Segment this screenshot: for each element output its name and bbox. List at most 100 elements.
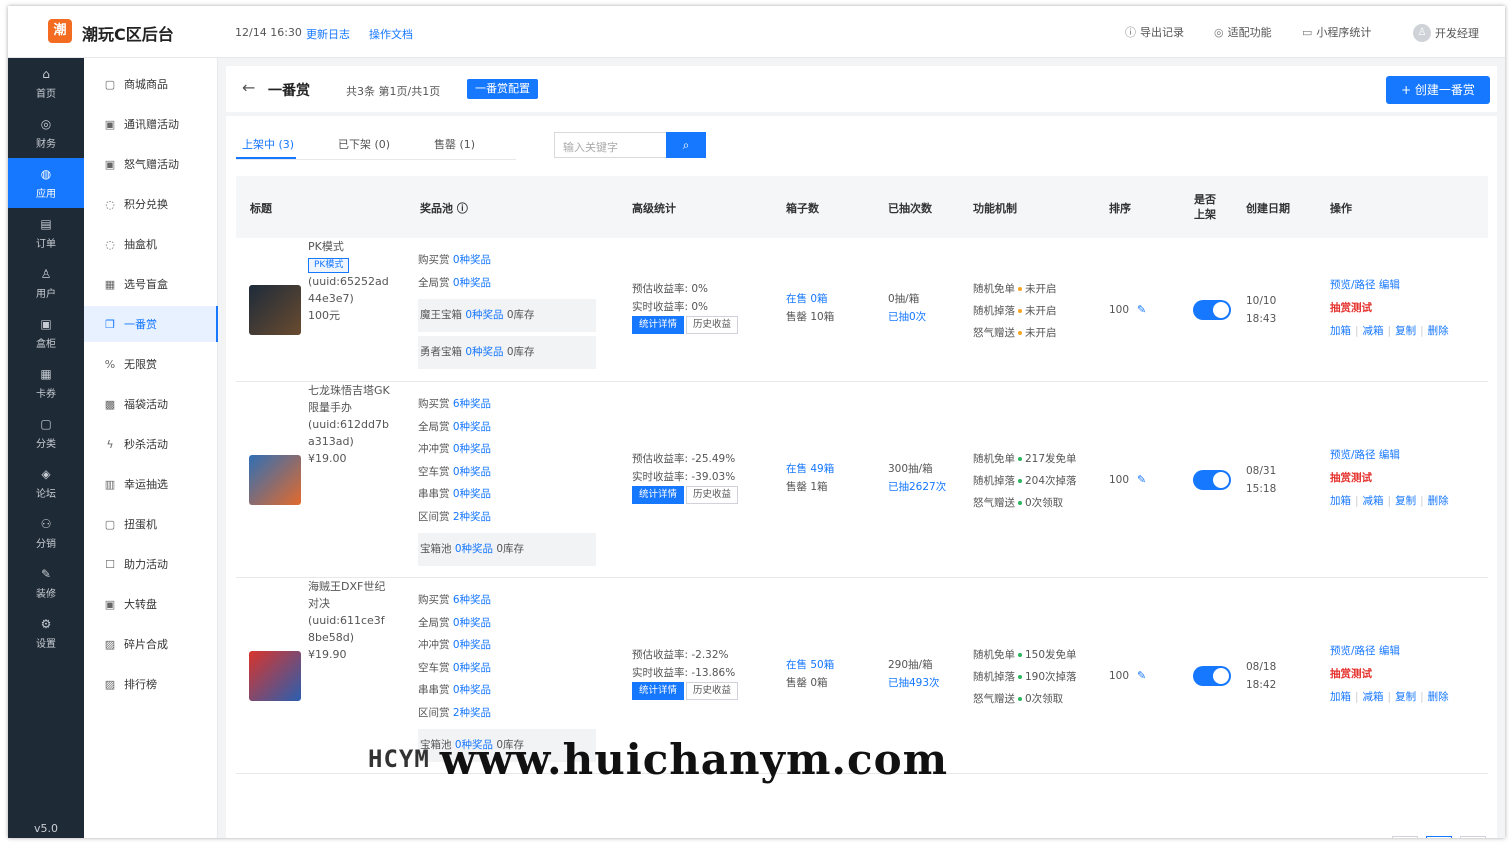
rail-item-0[interactable]: ⌂ 首页	[8, 58, 84, 108]
history-income-button[interactable]: 历史收益	[686, 682, 739, 700]
edit-link[interactable]: 编辑	[1379, 645, 1400, 657]
pool-box-count[interactable]: 0种奖品	[465, 309, 503, 321]
pool-box-count[interactable]: 0种奖品	[465, 346, 503, 358]
subnav-item-10[interactable]: ▥ 幸运抽选	[84, 466, 218, 502]
subnav-item-8[interactable]: ▩ 福袋活动	[84, 386, 218, 422]
copy-link[interactable]: 复制	[1395, 691, 1416, 703]
create-button[interactable]: + 创建一番赏	[1386, 76, 1490, 104]
rail-item-7[interactable]: ▢ 分类	[8, 408, 84, 458]
on-shelf-toggle[interactable]	[1193, 470, 1231, 490]
edit-sort-icon[interactable]: ✎	[1137, 473, 1146, 486]
search-input[interactable]: 输入关键字	[554, 132, 666, 158]
draw-test-link[interactable]: 抽赏测试	[1330, 297, 1449, 320]
delete-link[interactable]: 删除	[1428, 325, 1449, 337]
subnav-item-5[interactable]: ▦ 选号盲盒	[84, 266, 218, 302]
draw-test-link[interactable]: 抽赏测试	[1330, 467, 1449, 490]
rail-item-10[interactable]: ✎ 装修	[8, 558, 84, 608]
pool-line-count[interactable]: 0种奖品	[453, 639, 491, 651]
subnav-item-13[interactable]: ▣ 大转盘	[84, 586, 218, 622]
total-draws[interactable]: 已抽0次	[888, 308, 950, 326]
rail-item-5[interactable]: ▣ 盒柜	[8, 308, 84, 358]
reduce-box-link[interactable]: 减箱	[1363, 495, 1384, 507]
pool-line-count[interactable]: 0种奖品	[453, 254, 491, 266]
adapt-feature-link[interactable]: ◎ 适配功能	[1214, 24, 1272, 40]
rail-item-2[interactable]: ◍ 应用	[8, 158, 84, 208]
pool-line-count[interactable]: 2种奖品	[453, 511, 491, 523]
add-box-link[interactable]: 加箱	[1330, 691, 1351, 703]
history-income-button[interactable]: 历史收益	[686, 316, 739, 334]
subnav-item-6[interactable]: ❐ 一番赏	[84, 306, 218, 342]
next-page-button[interactable]: >	[1460, 836, 1486, 838]
preview-link[interactable]: 预览/路径	[1330, 279, 1376, 291]
search-button[interactable]: ⌕	[666, 132, 706, 158]
add-box-link[interactable]: 加箱	[1330, 495, 1351, 507]
page-1-button[interactable]: 1	[1426, 836, 1452, 838]
rail-item-4[interactable]: ♙ 用户	[8, 258, 84, 308]
preview-link[interactable]: 预览/路径	[1330, 449, 1376, 461]
changelog-link[interactable]: 更新日志	[306, 26, 350, 42]
rail-item-6[interactable]: ▦ 卡券	[8, 358, 84, 408]
draw-test-link[interactable]: 抽赏测试	[1330, 663, 1449, 686]
rail-item-8[interactable]: ◈ 论坛	[8, 458, 84, 508]
pool-line-count[interactable]: 0种奖品	[453, 421, 491, 433]
delete-link[interactable]: 删除	[1428, 691, 1449, 703]
pool-line-count[interactable]: 0种奖品	[453, 277, 491, 289]
subnav-item-7[interactable]: % 无限赏	[84, 346, 218, 382]
stats-detail-button[interactable]: 统计详情	[632, 316, 685, 334]
pool-line-count[interactable]: 0种奖品	[453, 466, 491, 478]
preview-link[interactable]: 预览/路径	[1330, 645, 1376, 657]
copy-link[interactable]: 复制	[1395, 325, 1416, 337]
tab-sold-out[interactable]: 售罄 (1)	[434, 136, 475, 160]
subnav-item-1[interactable]: ▣ 通讯赠活动	[84, 106, 218, 142]
pool-box-count[interactable]: 0种奖品	[455, 543, 493, 555]
stats-detail-button[interactable]: 统计详情	[632, 486, 685, 504]
edit-link[interactable]: 编辑	[1379, 279, 1400, 291]
export-records-link[interactable]: ⓘ 导出记录	[1125, 24, 1184, 40]
edit-link[interactable]: 编辑	[1379, 449, 1400, 461]
pool-line-count[interactable]: 0种奖品	[453, 617, 491, 629]
rail-item-9[interactable]: ⚇ 分销	[8, 508, 84, 558]
rail-item-11[interactable]: ⚙ 设置	[8, 608, 84, 658]
on-sale-boxes[interactable]: 在售 49箱	[786, 460, 834, 478]
copy-link[interactable]: 复制	[1395, 495, 1416, 507]
reduce-box-link[interactable]: 减箱	[1363, 325, 1384, 337]
rail-item-1[interactable]: ◎ 财务	[8, 108, 84, 158]
subnav-item-3[interactable]: ◌ 积分兑换	[84, 186, 218, 222]
tab-off-shelf[interactable]: 已下架 (0)	[338, 136, 390, 160]
user-menu[interactable]: ♙ 开发经理	[1413, 24, 1479, 42]
pool-line-count[interactable]: 6种奖品	[453, 594, 491, 606]
on-sale-boxes[interactable]: 在售 0箱	[786, 290, 834, 308]
subnav-item-0[interactable]: ▢ 商城商品	[84, 66, 218, 102]
edit-sort-icon[interactable]: ✎	[1137, 303, 1146, 316]
subnav-item-2[interactable]: ▣ 怒气赠活动	[84, 146, 218, 182]
subnav-item-11[interactable]: ▢ 扭蛋机	[84, 506, 218, 542]
pool-line-count[interactable]: 0种奖品	[453, 662, 491, 674]
config-button[interactable]: 一番赏配置	[467, 79, 538, 99]
on-shelf-toggle[interactable]	[1193, 300, 1231, 320]
total-draws[interactable]: 已抽2627次	[888, 478, 950, 496]
on-sale-boxes[interactable]: 在售 50箱	[786, 656, 834, 674]
prev-page-button[interactable]: <	[1392, 836, 1418, 838]
pool-line-count[interactable]: 0种奖品	[453, 443, 491, 455]
back-arrow-icon[interactable]: ←	[242, 78, 255, 97]
on-shelf-toggle[interactable]	[1193, 666, 1231, 686]
subnav-item-4[interactable]: ◌ 抽盒机	[84, 226, 218, 262]
reduce-box-link[interactable]: 减箱	[1363, 691, 1384, 703]
edit-sort-icon[interactable]: ✎	[1137, 669, 1146, 682]
miniprogram-stats-link[interactable]: ▭ 小程序统计	[1302, 24, 1371, 40]
pool-line-count[interactable]: 0种奖品	[453, 684, 491, 696]
pool-line-count[interactable]: 6种奖品	[453, 398, 491, 410]
docs-link[interactable]: 操作文档	[369, 26, 413, 42]
pool-line-count[interactable]: 0种奖品	[453, 488, 491, 500]
rail-item-3[interactable]: ▤ 订单	[8, 208, 84, 258]
history-income-button[interactable]: 历史收益	[686, 486, 739, 504]
subnav-item-9[interactable]: ϟ 秒杀活动	[84, 426, 218, 462]
add-box-link[interactable]: 加箱	[1330, 325, 1351, 337]
delete-link[interactable]: 删除	[1428, 495, 1449, 507]
pool-line-count[interactable]: 2种奖品	[453, 707, 491, 719]
total-draws[interactable]: 已抽493次	[888, 674, 950, 692]
subnav-item-14[interactable]: ▨ 碎片合成	[84, 626, 218, 662]
subnav-item-15[interactable]: ▨ 排行榜	[84, 666, 218, 702]
subnav-item-12[interactable]: ☐ 助力活动	[84, 546, 218, 582]
stats-detail-button[interactable]: 统计详情	[632, 682, 685, 700]
